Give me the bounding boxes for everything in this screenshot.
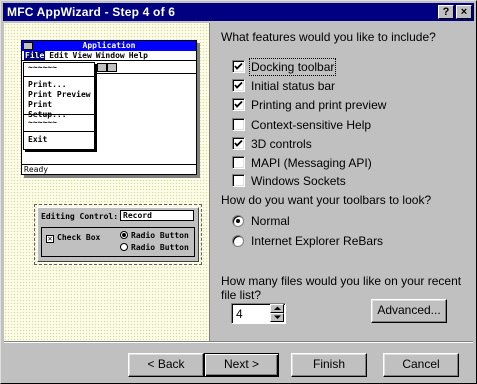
arrow-down-icon xyxy=(274,315,281,319)
checkbox-unchecked-icon xyxy=(232,118,245,131)
sample-menu-file: File xyxy=(24,51,46,60)
normal-label: Normal xyxy=(251,214,290,228)
radio-selected-icon xyxy=(232,215,244,227)
sample-radio-2-label: Radio Button xyxy=(131,243,189,252)
windows-sockets-label: Windows Sockets xyxy=(251,174,346,188)
sample-toolbar-button-icon xyxy=(97,63,107,72)
checkbox-checked-icon xyxy=(232,98,245,111)
sample-menu-print-preview: Print Preview xyxy=(28,90,91,99)
spin-down-button[interactable] xyxy=(270,313,284,322)
sample-menu-exit: Exit xyxy=(28,135,48,144)
sample-toolbar xyxy=(96,62,196,74)
sample-menubar: File Edit View Window Help xyxy=(22,51,196,61)
sample-app-title: Application xyxy=(22,41,196,51)
bottom-separator xyxy=(4,341,473,343)
sample-checkbox-mark-icon: ✕ xyxy=(46,234,54,243)
cancel-button[interactable]: Cancel xyxy=(383,353,459,377)
sample-menu-print-setup: Print Setup... xyxy=(28,100,67,119)
sample-menu-separator xyxy=(24,73,94,77)
illustration-panel: Application File Edit View Window Help ~~~~~… xyxy=(4,23,210,341)
sample-radio-2: Radio Button xyxy=(120,243,189,252)
back-button[interactable]: < Back xyxy=(128,353,204,377)
sample-menu-help: Help xyxy=(128,51,148,60)
arrow-up-icon xyxy=(274,306,281,310)
radio-unselected-icon xyxy=(232,235,244,247)
features-question: What features would you like to include? xyxy=(221,30,436,44)
ie-rebars-label: Internet Explorer ReBars xyxy=(251,234,384,248)
sample-menu-print: Print... xyxy=(28,80,67,89)
finish-button[interactable]: Finish xyxy=(291,353,367,377)
sample-group-box: ✕ Check Box Radio Button Radio Button xyxy=(41,227,195,257)
next-button[interactable]: Next > xyxy=(204,353,279,377)
checkbox-checked-icon xyxy=(232,79,245,92)
checkbox-unchecked-icon xyxy=(232,174,245,187)
sample-menu-separator xyxy=(24,128,94,132)
advanced-button[interactable]: Advanced... xyxy=(371,299,447,323)
printing-preview-label: Printing and print preview xyxy=(251,98,387,112)
sample-menu-window: Window xyxy=(95,51,125,60)
title-bar[interactable]: MFC AppWizard - Step 4 of 6 ? × xyxy=(3,3,474,21)
mapi-label: MAPI (Messaging API) xyxy=(251,156,372,170)
close-title-button[interactable]: × xyxy=(456,5,472,19)
initial-status-bar-label: Initial status bar xyxy=(251,79,336,93)
sample-editing-field: Record xyxy=(120,210,194,221)
sample-menu-view: View xyxy=(72,51,92,60)
radio-off-icon xyxy=(120,243,128,251)
recent-files-spinner[interactable]: 4 xyxy=(231,303,286,324)
sample-menu-edit: Edit xyxy=(49,51,69,60)
help-title-button[interactable]: ? xyxy=(438,5,454,19)
sample-app-title-text: Application xyxy=(82,41,136,50)
context-help-label: Context-sensitive Help xyxy=(251,118,372,132)
sample-toolbar-button-icon xyxy=(107,63,117,72)
recent-files-value[interactable]: 4 xyxy=(236,307,243,321)
3d-controls-label: 3D controls xyxy=(251,137,312,151)
radio-on-icon xyxy=(120,231,128,239)
sample-radio-1-label: Radio Button xyxy=(131,231,189,240)
appwizard-dialog: MFC AppWizard - Step 4 of 6 ? × Applicat… xyxy=(0,0,477,384)
spin-up-button[interactable] xyxy=(270,304,284,313)
recent-files-question: How many files would you like on your re… xyxy=(221,274,462,302)
docking-toolbar-label: Docking toolbar xyxy=(248,58,337,76)
sample-checkbox-label: Check Box xyxy=(57,233,101,242)
sample-app-window: Application File Edit View Window Help ~~~~~… xyxy=(21,40,197,175)
sample-editing-label: Editing Control: xyxy=(41,212,119,221)
sample-3d-controls: Editing Control: Record ✕ Check Box Radio… xyxy=(34,204,202,265)
system-menu-icon xyxy=(23,42,33,50)
window-title: MFC AppWizard - Step 4 of 6 xyxy=(7,5,176,19)
checkbox-unchecked-icon xyxy=(232,156,245,169)
sample-radio-1: Radio Button xyxy=(120,231,189,240)
sample-checkbox: ✕ Check Box xyxy=(46,233,100,243)
sample-status-bar: Ready xyxy=(22,164,196,174)
toolbars-question: How do you want your toolbars to look? xyxy=(221,193,432,207)
checkbox-checked-icon xyxy=(232,137,245,150)
sample-file-menu: ~~~~~~ Print... Print Preview Print Setu… xyxy=(23,62,95,150)
checkbox-checked-icon xyxy=(232,60,245,73)
sample-menu-placeholder: ~~~~~~ xyxy=(28,63,57,72)
